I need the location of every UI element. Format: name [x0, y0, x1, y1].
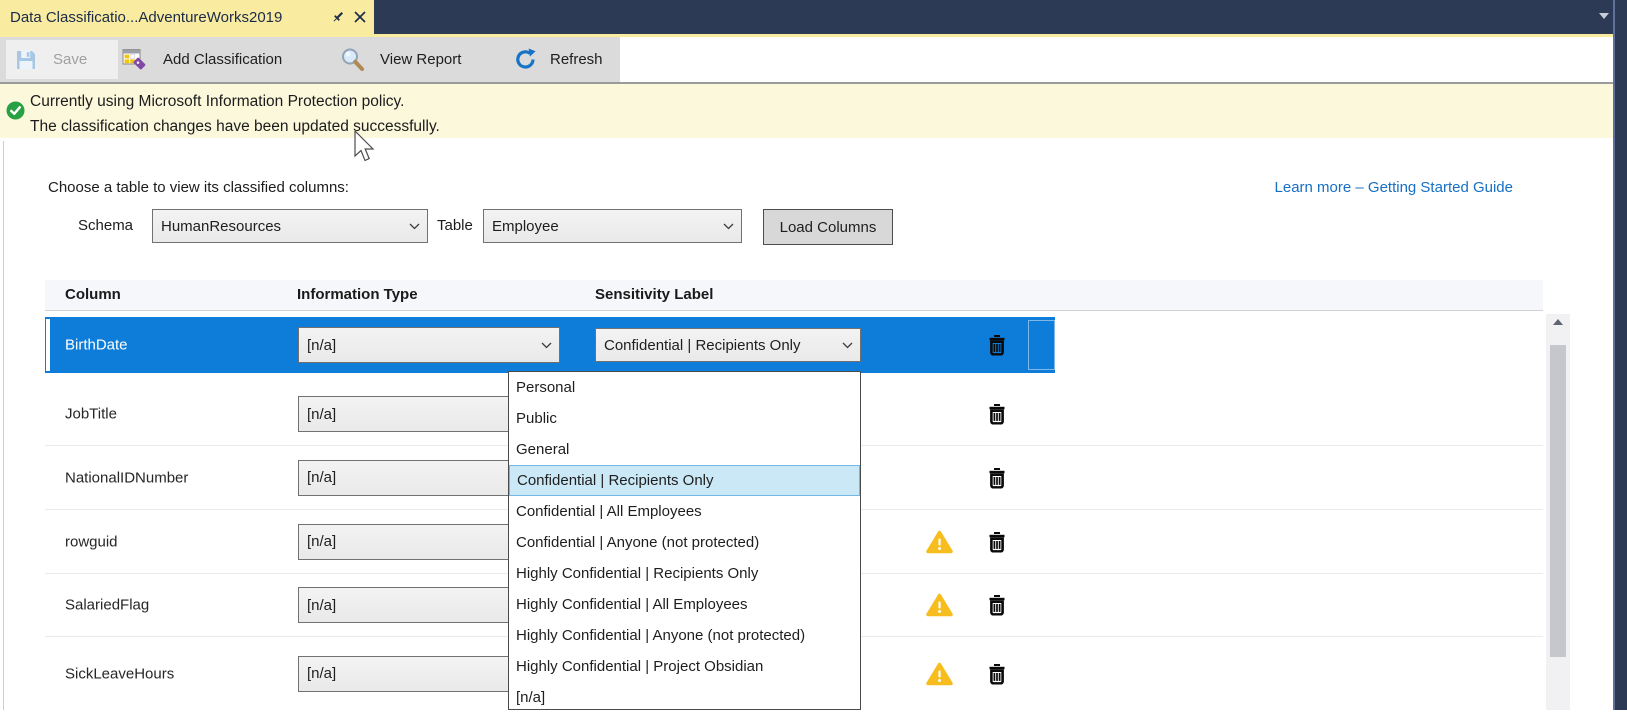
sensitivity-option[interactable]: Personal	[509, 372, 860, 403]
table-row[interactable]: BirthDate [n/a] Confidential | Recipients …	[45, 317, 1055, 373]
chevron-down-icon	[842, 342, 853, 349]
delete-classification-icon[interactable]	[988, 335, 1006, 356]
column-name: SalariedFlag	[65, 597, 149, 614]
mouse-cursor	[354, 131, 375, 163]
information-type-select-value: [n/a]	[307, 597, 541, 614]
add-classification-button[interactable]: Add Classification	[122, 37, 282, 82]
add-classification-label: Add Classification	[163, 51, 282, 68]
sensitivity-option[interactable]: Confidential | Recipients Only	[509, 465, 860, 496]
information-type-select[interactable]: [n/a]	[298, 327, 560, 363]
column-header-sensitivity-label: Sensitivity Label	[595, 286, 713, 303]
sensitivity-option[interactable]: Confidential | Anyone (not protected)	[509, 527, 860, 558]
sensitivity-option[interactable]: Public	[509, 403, 860, 434]
sensitivity-option[interactable]: Highly Confidential | Anyone (not protec…	[509, 620, 860, 651]
sensitivity-option[interactable]: [n/a]	[509, 682, 860, 713]
column-name: SickLeaveHours	[65, 665, 174, 682]
sensitivity-option[interactable]: Highly Confidential | Project Obsidian	[509, 651, 860, 682]
schema-select-value: HumanResources	[161, 218, 409, 235]
scroll-up-icon[interactable]	[1546, 318, 1570, 334]
table-select[interactable]: Employee	[483, 209, 742, 243]
chevron-down-icon	[541, 342, 552, 349]
column-name: BirthDate	[65, 337, 128, 354]
scrollbar-thumb[interactable]	[1550, 345, 1566, 657]
column-header-column: Column	[65, 286, 121, 303]
document-tab-title: Data Classificatio...AdventureWorks2019	[10, 9, 331, 26]
status-banner: Currently using Microsoft Information Pr…	[0, 84, 1627, 138]
view-report-button[interactable]: View Report	[339, 37, 461, 82]
document-tab-bar: Data Classificatio...AdventureWorks2019	[0, 0, 1627, 34]
delete-classification-icon[interactable]	[988, 467, 1006, 488]
delete-classification-icon[interactable]	[988, 404, 1006, 425]
column-name: NationalIDNumber	[65, 469, 188, 486]
selected-row-focus-bar	[46, 319, 50, 371]
toolbar: Save Add Classification View Report Refr…	[0, 37, 1613, 84]
window-right-border	[1613, 0, 1627, 710]
delete-classification-icon[interactable]	[988, 595, 1006, 616]
information-type-select-value: [n/a]	[307, 337, 541, 354]
refresh-label: Refresh	[550, 51, 603, 68]
table-label: Table	[437, 217, 473, 234]
sensitivity-option[interactable]: Highly Confidential | Recipients Only	[509, 558, 860, 589]
chevron-down-icon	[723, 223, 734, 230]
sensitivity-option[interactable]: Confidential | All Employees	[509, 496, 860, 527]
save-button[interactable]: Save	[6, 40, 118, 79]
success-check-icon	[6, 101, 25, 120]
schema-label: Schema	[78, 217, 133, 234]
save-icon	[15, 49, 37, 71]
column-name: JobTitle	[65, 406, 117, 423]
banner-line2: The classification changes have been upd…	[30, 114, 440, 139]
information-type-select-value: [n/a]	[307, 665, 541, 682]
delete-classification-icon[interactable]	[988, 531, 1006, 552]
chevron-down-icon	[409, 223, 420, 230]
sensitivity-label-listbox: PersonalPublicGeneralConfidential | Reci…	[508, 371, 861, 710]
information-type-select-value: [n/a]	[307, 406, 541, 423]
information-type-select-value: [n/a]	[307, 469, 541, 486]
close-icon[interactable]	[354, 11, 366, 23]
warning-icon	[926, 661, 953, 686]
column-name: rowguid	[65, 533, 118, 550]
warning-icon	[926, 593, 953, 618]
tab-overflow-chevron-icon[interactable]	[1599, 13, 1610, 20]
pin-icon[interactable]	[331, 10, 345, 24]
sensitivity-label-select-value: Confidential | Recipients Only	[604, 337, 842, 354]
document-tab[interactable]: Data Classificatio...AdventureWorks2019	[0, 0, 374, 34]
information-type-select-value: [n/a]	[307, 533, 541, 550]
grid-header-row: Column Information Type Sensitivity Labe…	[45, 280, 1543, 311]
window-left-border	[3, 141, 4, 710]
learn-more-link[interactable]: Learn more – Getting Started Guide	[1275, 179, 1513, 196]
refresh-icon	[514, 48, 537, 71]
banner-line1: Currently using Microsoft Information Pr…	[30, 89, 440, 114]
add-classification-icon	[122, 47, 149, 72]
table-select-value: Employee	[492, 218, 723, 235]
view-report-icon	[339, 46, 366, 73]
schema-select[interactable]: HumanResources	[152, 209, 428, 243]
delete-classification-icon[interactable]	[988, 663, 1006, 684]
load-columns-button[interactable]: Load Columns	[763, 209, 893, 245]
column-header-information-type: Information Type	[297, 286, 418, 303]
vertical-scrollbar[interactable]	[1546, 314, 1570, 710]
refresh-button[interactable]: Refresh	[514, 37, 603, 82]
save-label: Save	[53, 51, 87, 68]
sensitivity-option[interactable]: General	[509, 434, 860, 465]
choose-table-prompt: Choose a table to view its classified co…	[48, 179, 349, 196]
sensitivity-option[interactable]: Highly Confidential | All Employees	[509, 589, 860, 620]
warning-icon	[926, 529, 953, 554]
selected-cell-outline	[1028, 320, 1055, 370]
sensitivity-label-select[interactable]: Confidential | Recipients Only	[595, 328, 861, 362]
view-report-label: View Report	[380, 51, 461, 68]
